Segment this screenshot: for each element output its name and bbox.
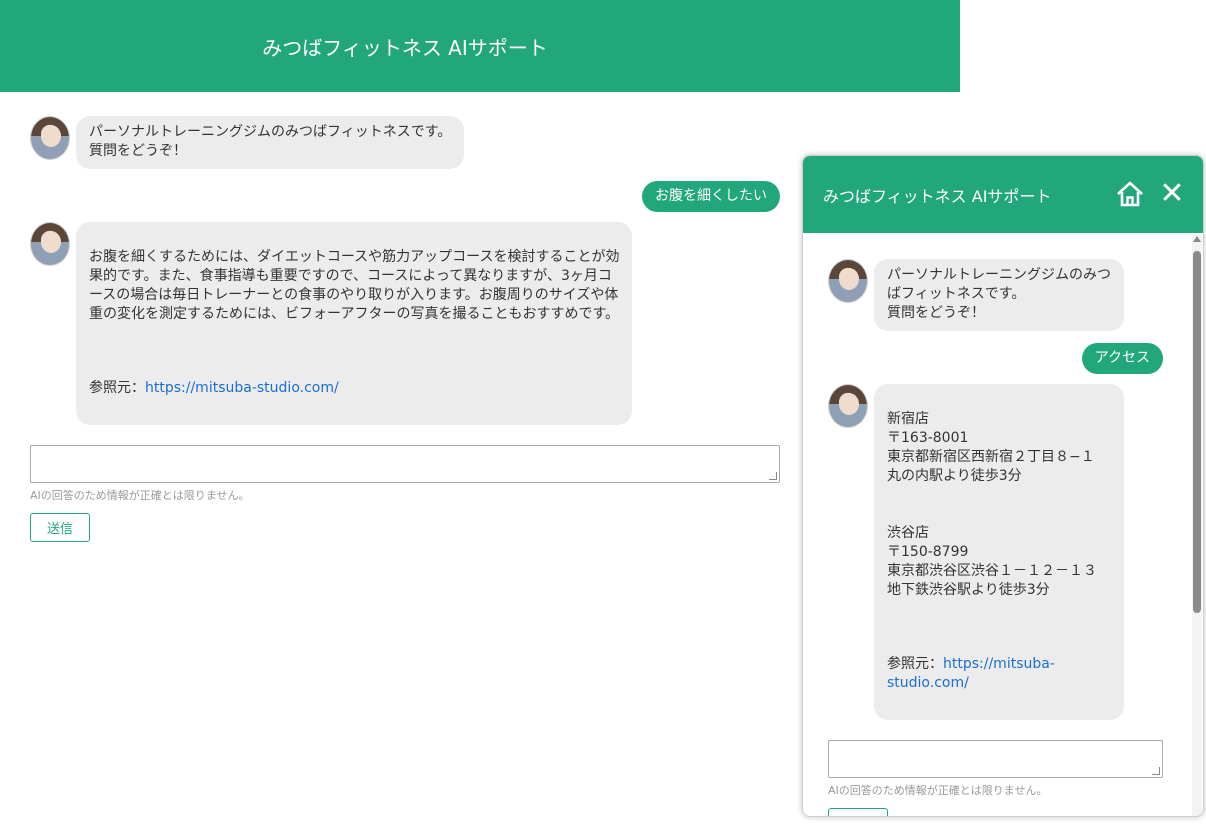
reference-label: 参照元：	[887, 656, 943, 672]
disclaimer-note: AIの回答のため情報が正確とは限りません。	[30, 489, 250, 502]
bot-message: 新宿店 〒163-8001 東京都新宿区西新宿２丁目８−１ 丸の内駅より徒歩3分…	[828, 384, 1163, 720]
resize-handle-icon[interactable]	[769, 472, 777, 480]
bot-bubble: 新宿店 〒163-8001 東京都新宿区西新宿２丁目８−１ 丸の内駅より徒歩3分…	[874, 384, 1124, 720]
widget-header: みつばフィットネス AIサポート ✕	[803, 156, 1203, 233]
user-bubble: お腹を細くしたい	[642, 181, 780, 212]
main-chat: パーソナルトレーニングジムのみつばフィットネスです。 質問をどうぞ！ お腹を細く…	[30, 116, 780, 542]
message-input[interactable]	[30, 445, 780, 483]
widget-message-input[interactable]	[828, 740, 1163, 778]
widget-title: みつばフィットネス AIサポート	[823, 186, 1052, 206]
user-message: お腹を細くしたい	[30, 181, 780, 212]
bot-bubble: パーソナルトレーニングジムのみつ ばフィットネスです。 質問をどうぞ！	[874, 259, 1124, 331]
bot-message-text: 新宿店 〒163-8001 東京都新宿区西新宿２丁目８−１ 丸の内駅より徒歩3分…	[887, 411, 1097, 598]
reference-line: 参照元：https://mitsuba-studio.com/	[89, 379, 619, 398]
widget-chat: パーソナルトレーニングジムのみつ ばフィットネスです。 質問をどうぞ！ アクセス…	[828, 259, 1163, 816]
reference-line: 参照元：https://mitsuba- studio.com/	[887, 655, 1111, 693]
scrollbar[interactable]	[1192, 235, 1202, 816]
bot-avatar	[30, 222, 70, 266]
reference-label: 参照元：	[89, 380, 145, 396]
page-header: みつばフィットネス AIサポート	[0, 0, 960, 92]
widget-send-button[interactable]: 送信	[828, 808, 888, 816]
bot-avatar	[30, 116, 70, 160]
bot-message: パーソナルトレーニングジムのみつばフィットネスです。 質問をどうぞ！	[30, 116, 780, 169]
bot-message: お腹を細くするためには、ダイエットコースや筋力アップコースを検討することが効 果…	[30, 222, 780, 425]
user-bubble: アクセス	[1081, 343, 1163, 374]
bot-message: パーソナルトレーニングジムのみつ ばフィットネスです。 質問をどうぞ！	[828, 259, 1163, 331]
widget-disclaimer-note: AIの回答のため情報が正確とは限りません。	[828, 784, 1048, 797]
bot-avatar	[828, 259, 868, 303]
scroll-up-icon[interactable]	[1193, 236, 1201, 242]
chat-widget: みつばフィットネス AIサポート ✕ パーソナルトレーニングジムのみつ ばフィッ…	[802, 155, 1204, 817]
user-message: アクセス	[828, 343, 1163, 374]
page-title: みつばフィットネス AIサポート	[262, 35, 548, 60]
bot-bubble: パーソナルトレーニングジムのみつばフィットネスです。 質問をどうぞ！	[76, 116, 465, 169]
bot-avatar	[828, 384, 868, 428]
scroll-thumb[interactable]	[1193, 251, 1201, 613]
reference-link[interactable]: https://mitsuba-studio.com/	[145, 380, 339, 396]
bot-message-text: お腹を細くするためには、ダイエットコースや筋力アップコースを検討することが効 果…	[89, 249, 620, 322]
close-icon[interactable]: ✕	[1158, 179, 1186, 209]
bot-bubble: お腹を細くするためには、ダイエットコースや筋力アップコースを検討することが効 果…	[76, 222, 633, 425]
resize-handle-icon[interactable]	[1152, 767, 1160, 775]
home-icon[interactable]	[1115, 179, 1145, 209]
send-button[interactable]: 送信	[30, 513, 90, 542]
